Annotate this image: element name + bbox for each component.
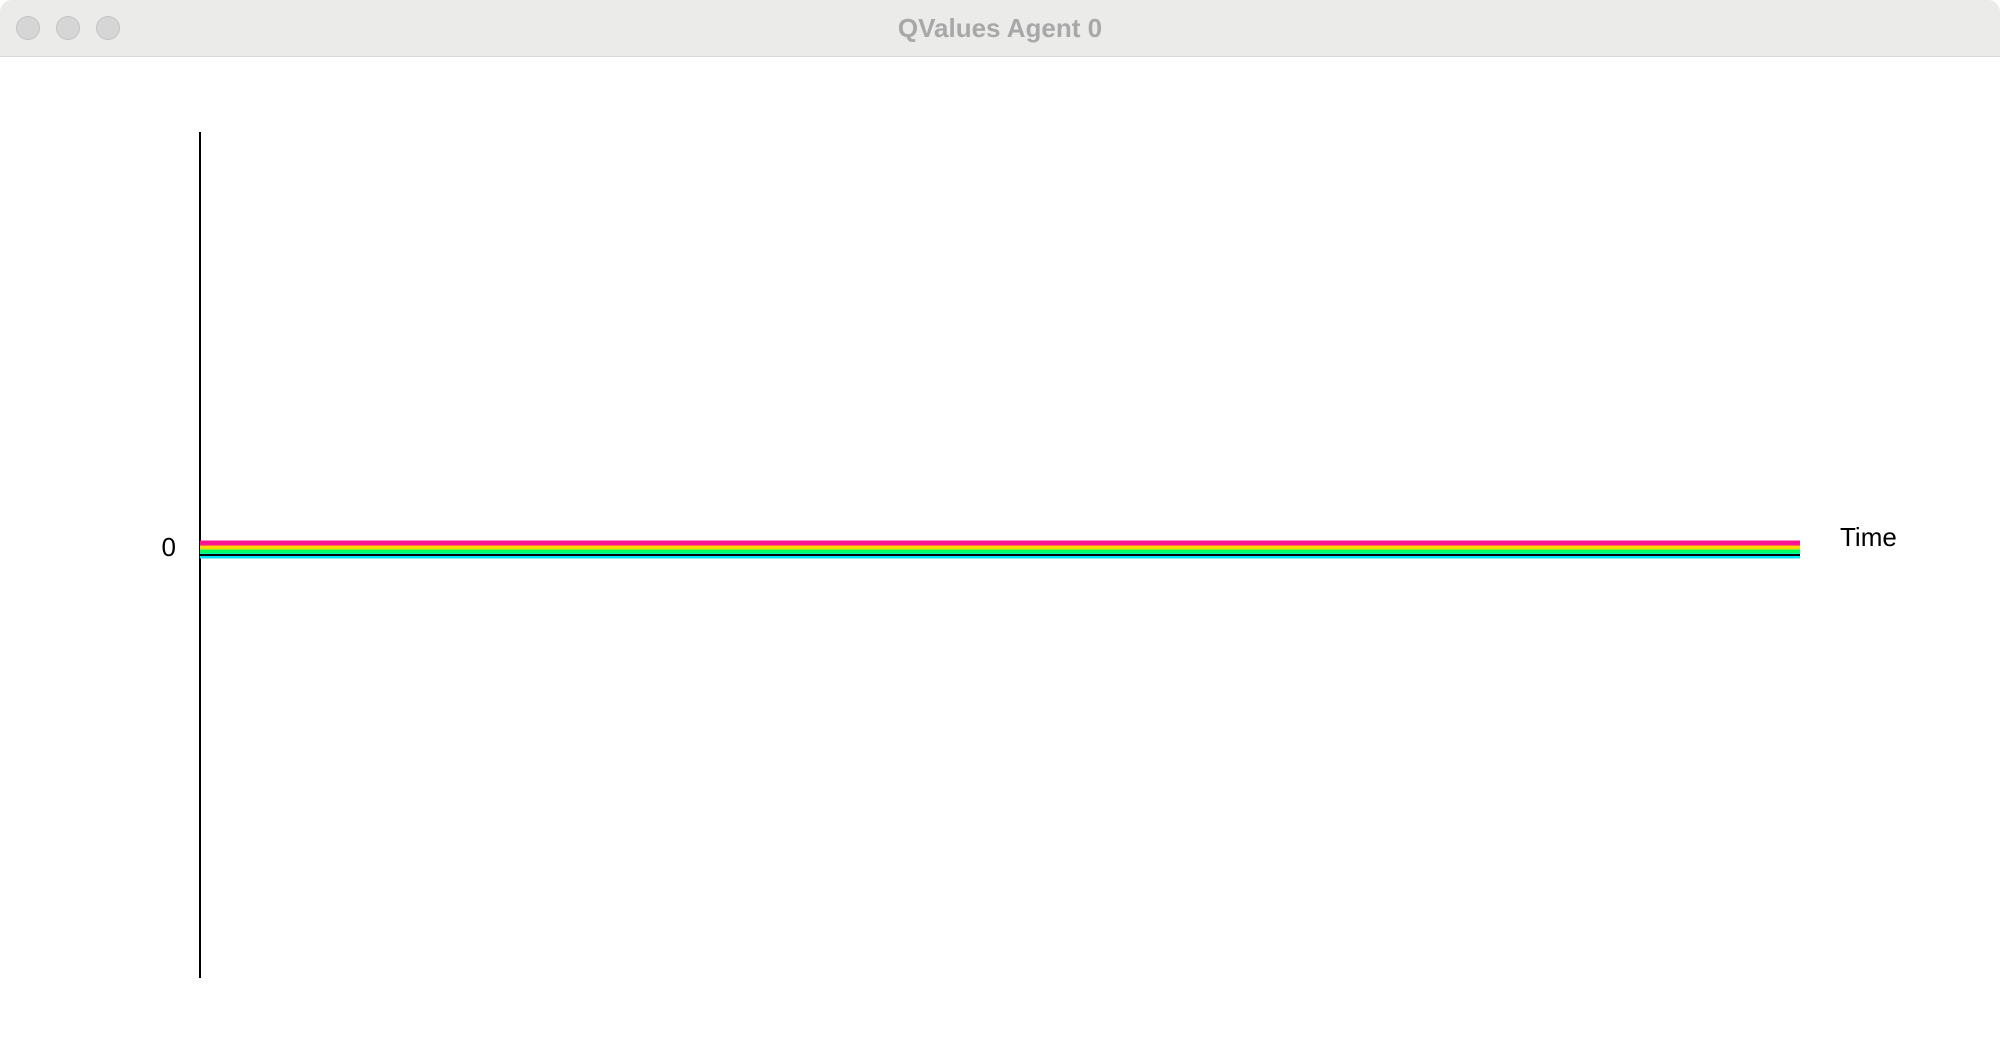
y-tick-label: 0 (162, 532, 176, 562)
chart-svg: 0 Time (162, 132, 1897, 978)
window-title: QValues Agent 0 (897, 13, 1103, 43)
qvalues-chart: 0 Time (0, 57, 2000, 1054)
x-axis-label: Time (1840, 522, 1897, 552)
title-bar[interactable]: QValues Agent 0 (0, 0, 2000, 57)
app-window: QValues Agent 0 0 Time (0, 0, 2000, 1054)
